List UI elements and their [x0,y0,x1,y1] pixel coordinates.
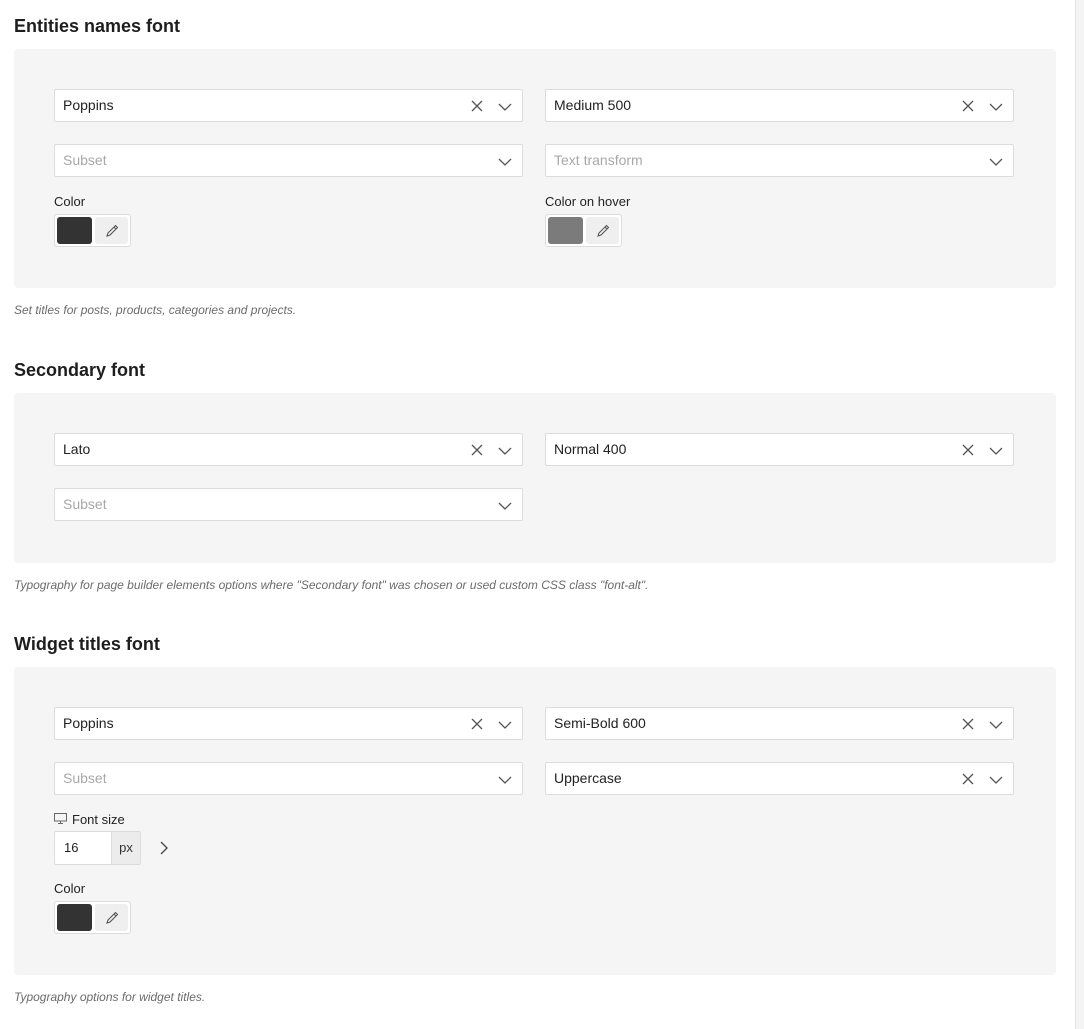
chevron-down-icon[interactable] [989,773,1003,787]
section-title-widget: Widget titles font [14,634,160,654]
select-value: Lato [63,441,91,457]
widget-subset-select[interactable]: Subset [54,762,523,795]
select-value: Semi-Bold 600 [554,715,646,731]
clear-icon[interactable] [961,717,975,731]
color-swatch[interactable] [57,217,92,244]
entities-hover-color-label: Color on hover [545,194,631,209]
font-size-value: 16 [64,840,79,855]
select-value: Poppins [63,715,114,731]
clear-icon[interactable] [961,99,975,113]
font-size-unit[interactable]: px [111,831,141,865]
entities-description: Set titles for posts, products, categori… [14,303,297,317]
select-value: Poppins [63,97,114,113]
secondary-subset-select[interactable]: Subset [54,488,523,521]
widget-font-family-select[interactable]: Poppins [54,707,523,740]
chevron-down-icon[interactable] [989,155,1003,169]
select-value: Uppercase [554,770,622,786]
secondary-font-weight-select[interactable]: Normal 400 [545,433,1014,466]
secondary-panel [14,393,1056,563]
select-placeholder: Subset [63,496,107,512]
chevron-down-icon[interactable] [498,773,512,787]
entities-font-weight-select[interactable]: Medium 500 [545,89,1014,122]
select-placeholder: Subset [63,770,107,786]
clear-icon[interactable] [470,99,484,113]
chevron-down-icon[interactable] [498,444,512,458]
eyedropper-button[interactable] [95,217,128,244]
entities-color-picker[interactable] [54,214,131,247]
clear-icon[interactable] [961,772,975,786]
eyedropper-icon [597,224,610,237]
select-placeholder: Subset [63,152,107,168]
font-size-input[interactable]: 16 [54,831,112,865]
color-swatch[interactable] [57,904,92,931]
widget-color-picker[interactable] [54,901,131,934]
widget-text-transform-select[interactable]: Uppercase [545,762,1014,795]
eyedropper-button[interactable] [95,904,128,931]
select-value: Normal 400 [554,441,627,457]
chevron-down-icon[interactable] [498,499,512,513]
section-title-secondary: Secondary font [14,360,146,380]
clear-icon[interactable] [470,443,484,457]
select-value: Medium 500 [554,97,632,113]
chevron-down-icon[interactable] [989,444,1003,458]
entities-hover-color-picker[interactable] [545,214,622,247]
clear-icon[interactable] [470,717,484,731]
chevron-down-icon[interactable] [989,100,1003,114]
eyedropper-icon [106,224,119,237]
secondary-description: Typography for page builder elements opt… [14,578,649,592]
chevron-down-icon[interactable] [498,718,512,732]
section-title-entities: Entities names font [14,16,181,36]
secondary-font-family-select[interactable]: Lato [54,433,523,466]
chevron-right-icon[interactable] [157,841,171,855]
eyedropper-button[interactable] [586,217,619,244]
widget-font-weight-select[interactable]: Semi-Bold 600 [545,707,1014,740]
color-swatch[interactable] [548,217,583,244]
scrollbar[interactable] [1075,0,1084,1029]
entities-subset-select[interactable]: Subset [54,144,523,177]
eyedropper-icon [106,911,119,924]
widget-color-label: Color [54,881,86,896]
entities-text-transform-select[interactable]: Text transform [545,144,1014,177]
chevron-down-icon[interactable] [498,155,512,169]
chevron-down-icon[interactable] [498,100,512,114]
clear-icon[interactable] [961,443,975,457]
font-size-label: Font size [72,812,125,827]
select-placeholder: Text transform [554,152,643,168]
entities-color-label: Color [54,194,86,209]
entities-font-family-select[interactable]: Poppins [54,89,523,122]
desktop-icon[interactable] [54,813,67,824]
chevron-down-icon[interactable] [989,718,1003,732]
widget-description: Typography options for widget titles. [14,990,206,1004]
